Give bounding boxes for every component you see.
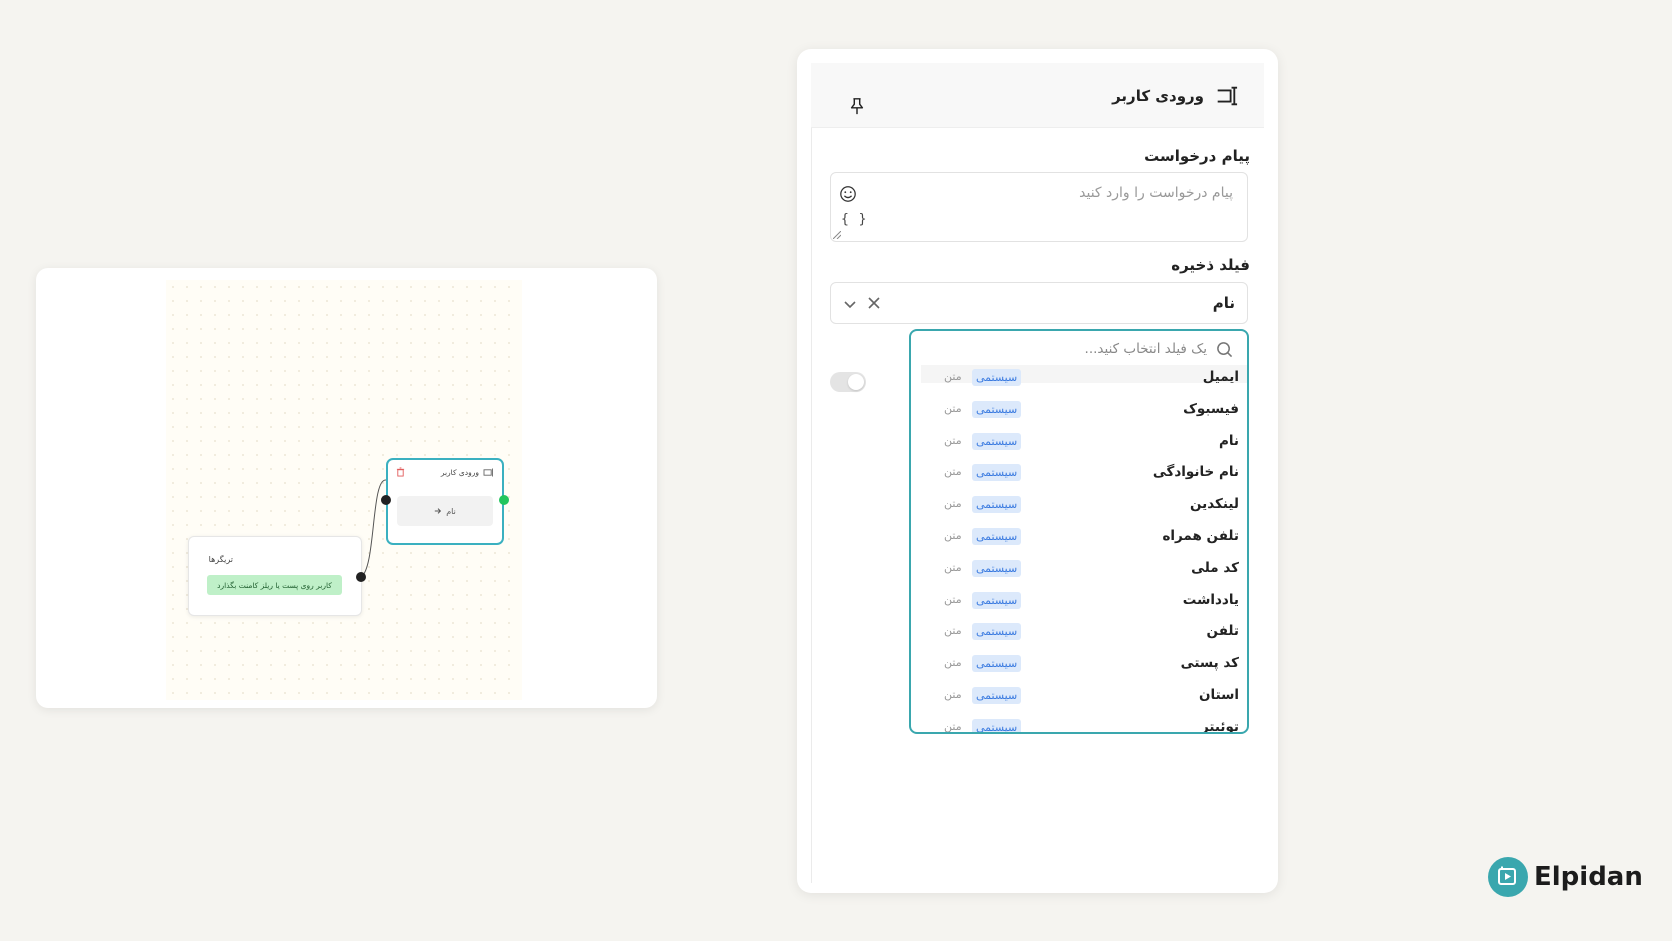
field-options-list: ایمیل سیستمی متن فیسبوک سیستمی متن نام س… [911,365,1247,734]
option-name: تلفن [1206,623,1239,640]
arrow-right-icon [434,508,442,514]
input-node-input-handle[interactable] [381,495,391,505]
option-name: تلفن همراه [1162,527,1239,544]
dropdown-option[interactable]: کد ملی سیستمی متن [911,556,1247,588]
dropdown-option[interactable]: کد پستی سیستمی متن [911,651,1247,683]
option-name: استان [1198,686,1239,703]
toggle-switch[interactable] [830,372,866,392]
dropdown-option[interactable]: استان سیستمی متن [911,683,1247,715]
logo-text: Elpidan [1534,862,1643,892]
trash-icon[interactable] [396,467,405,477]
logo-play-icon [1488,857,1528,897]
dropdown-option[interactable]: تلفن همراه سیستمی متن [911,524,1247,556]
user-input-node-header: ورودی کاربر [441,468,494,477]
option-badge: سیستمی [972,400,1022,418]
option-name: ایمیل [1202,369,1239,385]
resize-handle-icon[interactable] [833,231,841,239]
option-type: متن [944,624,962,638]
request-message-input[interactable]: پیام درخواست را وارد کنید { } [830,172,1248,242]
save-field-value: نام [1212,294,1235,312]
option-badge: سیستمی [972,559,1022,577]
user-input-icon [1217,86,1238,106]
option-type: متن [944,465,962,479]
option-badge: سیستمی [972,686,1022,704]
field-search[interactable]: یک فیلد انتخاب کنید... [911,331,1247,367]
save-field-select[interactable]: نام [830,282,1248,324]
toggle-knob [848,374,864,390]
panel-title: ورودی کاربر [1112,87,1204,105]
dropdown-option[interactable]: توئیتر سیستمی متن [911,715,1247,734]
panel-title-group: ورودی کاربر [1112,85,1238,107]
option-badge: سیستمی [972,623,1022,641]
dropdown-option[interactable]: تلفن سیستمی متن [911,619,1247,651]
user-input-node-title: ورودی کاربر [440,468,479,477]
option-name: کد ملی [1191,559,1239,576]
option-name: توئیتر [1200,718,1239,734]
dropdown-option[interactable]: نام خانوادگی سیستمی متن [911,460,1247,492]
option-type: متن [944,433,962,447]
pin-icon[interactable] [848,97,866,115]
user-input-icon [483,468,493,477]
settings-panel: ورودی کاربر پیام درخواست پیام درخواست را… [797,49,1278,893]
option-badge: سیستمی [972,464,1022,482]
field-dropdown: یک فیلد انتخاب کنید... ایمیل سیستمی متن … [909,329,1249,734]
option-type: متن [944,497,962,511]
user-input-node[interactable]: ورودی کاربر نام [386,458,504,545]
chevron-down-icon[interactable] [843,297,857,311]
option-type: متن [944,656,962,670]
option-badge: سیستمی [972,718,1022,732]
user-input-node-field-label: نام [446,506,456,516]
option-type: متن [944,370,962,383]
flow-canvas-card: تریگرها کاربر روی پست یا ریلز کامنت بگذا… [36,268,657,708]
option-badge: سیستمی [972,655,1022,673]
connection-line [360,479,387,578]
panel-divider [811,63,812,883]
option-type: متن [944,687,962,701]
option-type: متن [944,719,962,733]
option-badge: سیستمی [972,496,1022,514]
dropdown-option[interactable]: نام سیستمی متن [911,429,1247,461]
braces-icon[interactable]: { } [841,212,867,227]
request-message-label: پیام درخواست [1144,147,1250,165]
input-node-output-handle[interactable] [499,495,509,505]
dropdown-option[interactable]: یادداشت سیستمی متن [911,588,1247,620]
dropdown-option[interactable]: فیسبوک سیستمی متن [911,397,1247,429]
trigger-node-title: تریگرها [208,555,233,564]
option-badge: سیستمی [972,432,1022,450]
search-icon [1217,342,1233,358]
option-name: کد پستی [1180,655,1239,672]
dropdown-option[interactable]: ایمیل سیستمی متن [911,365,1247,397]
brand-logo: Elpidan [1488,857,1643,897]
option-name: فیسبوک [1183,400,1239,417]
option-badge: سیستمی [972,527,1022,545]
option-badge: سیستمی [972,591,1022,609]
option-type: متن [944,560,962,574]
option-type: متن [944,592,962,606]
dropdown-option[interactable]: لینکدین سیستمی متن [911,492,1247,524]
option-name: نام [1218,432,1239,449]
smile-icon[interactable] [839,185,857,203]
field-search-placeholder: یک فیلد انتخاب کنید... [1084,341,1207,357]
user-input-node-field[interactable]: نام [397,496,493,526]
option-name: نام خانوادگی [1152,464,1239,481]
panel-header: ورودی کاربر [811,63,1264,128]
trigger-node[interactable]: تریگرها کاربر روی پست یا ریلز کامنت بگذا… [188,536,362,616]
trigger-output-handle[interactable] [356,572,366,582]
option-badge: سیستمی [972,369,1022,386]
option-type: متن [944,528,962,542]
trigger-pill[interactable]: کاربر روی پست یا ریلز کامنت بگذارد [207,575,342,595]
close-icon[interactable] [867,296,881,310]
option-name: لینکدین [1190,496,1239,513]
option-name: یادداشت [1182,591,1239,608]
save-field-label: فیلد ذخیره [1171,256,1250,274]
option-type: متن [944,401,962,415]
request-message-placeholder: پیام درخواست را وارد کنید [1079,185,1233,201]
